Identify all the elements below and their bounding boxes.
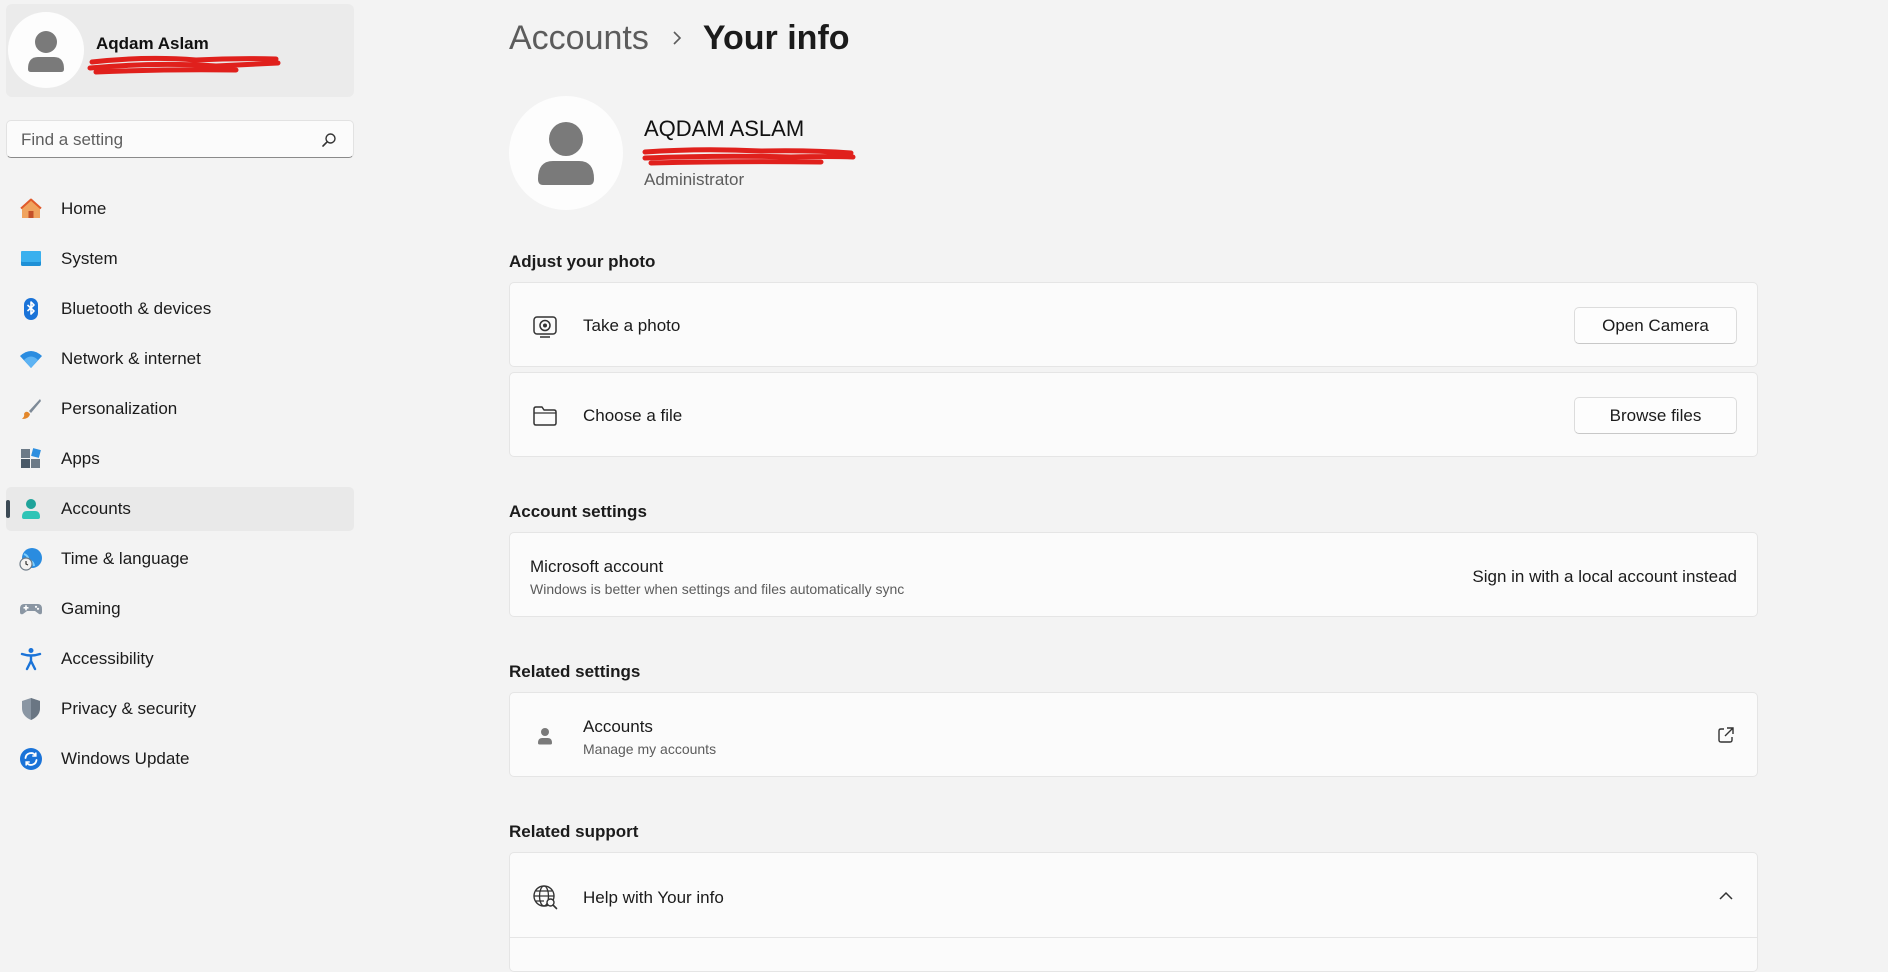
sidebar-item-gaming[interactable]: Gaming (6, 587, 354, 631)
user-name: AQDAM ASLAM (644, 116, 805, 141)
sidebar-item-label: Accessibility (61, 649, 154, 668)
section-title-related-support: Related support (509, 822, 639, 841)
main-content: Accounts Your info AQDAM ASLAM Administr… (509, 0, 1759, 972)
page-title: Your info (702, 18, 850, 57)
globe-clock-icon (19, 548, 42, 571)
search-box[interactable] (6, 120, 354, 158)
sidebar-item-label: Personalization (61, 399, 178, 418)
shield-icon (22, 698, 40, 720)
wifi-icon (20, 351, 42, 368)
sidebar-item-time-language[interactable]: Time & language (6, 537, 354, 581)
sidebar-item-label: Accounts (61, 499, 131, 518)
profile-name: Aqdam Aslam (96, 34, 209, 53)
browse-files-button[interactable]: Browse files (1574, 397, 1737, 434)
take-photo-label: Take a photo (583, 316, 681, 335)
sidebar-item-label: Time & language (61, 549, 189, 568)
folder-icon (533, 406, 557, 426)
redaction-mark (642, 147, 856, 166)
sidebar-item-network[interactable]: Network & internet (6, 337, 354, 381)
globe-search-icon (533, 885, 558, 910)
microsoft-account-description: Windows is better when settings and file… (530, 581, 905, 597)
sidebar-item-label: Gaming (61, 599, 121, 618)
sidebar-item-label: Bluetooth & devices (61, 299, 212, 318)
microsoft-account-label: Microsoft account (530, 557, 664, 576)
avatar (509, 96, 623, 210)
default-avatar-icon (538, 122, 594, 185)
sidebar-item-privacy-security[interactable]: Privacy & security (6, 687, 354, 731)
sidebar: Aqdam Aslam Home System (0, 0, 360, 960)
sidebar-item-label: Apps (61, 449, 100, 468)
take-photo-card: Take a photo Open Camera (509, 282, 1758, 367)
divider (510, 937, 1757, 938)
apps-icon (21, 448, 41, 468)
search-input[interactable] (19, 127, 313, 153)
sidebar-item-label: Privacy & security (61, 699, 197, 718)
user-info: AQDAM ASLAM Administrator (509, 96, 1209, 211)
sign-in-local-account-link[interactable]: Sign in with a local account instead (1472, 567, 1737, 587)
sidebar-item-label: Home (61, 199, 107, 218)
default-avatar-icon (28, 31, 64, 72)
user-role: Administrator (644, 170, 745, 189)
help-your-info-label: Help with Your info (583, 888, 724, 907)
sidebar-item-accessibility[interactable]: Accessibility (6, 637, 354, 681)
sidebar-item-home[interactable]: Home (6, 187, 354, 231)
accounts-icon (22, 499, 40, 519)
sidebar-nav: Home System Bluetooth & devices Network … (6, 187, 354, 787)
choose-file-card: Choose a file Browse files (509, 372, 1758, 457)
gamepad-icon (20, 604, 42, 615)
home-icon (20, 198, 42, 218)
sidebar-item-personalization[interactable]: Personalization (6, 387, 354, 431)
sidebar-item-label: Windows Update (61, 749, 190, 768)
system-icon (21, 251, 41, 266)
open-camera-button[interactable]: Open Camera (1574, 307, 1737, 344)
section-title-adjust-photo: Adjust your photo (509, 252, 656, 271)
breadcrumb-parent[interactable]: Accounts (509, 19, 649, 58)
accessibility-icon (20, 648, 42, 671)
choose-file-label: Choose a file (583, 406, 683, 425)
person-icon (538, 728, 552, 745)
sidebar-item-bluetooth[interactable]: Bluetooth & devices (6, 287, 354, 331)
sidebar-item-label: Network & internet (61, 349, 201, 368)
sidebar-item-accounts[interactable]: Accounts (6, 487, 354, 531)
sidebar-item-windows-update[interactable]: Windows Update (6, 737, 354, 781)
microsoft-account-card: Microsoft account Windows is better when… (509, 532, 1758, 617)
avatar[interactable] (8, 12, 84, 88)
profile-card[interactable]: Aqdam Aslam (6, 4, 354, 97)
open-external-icon[interactable] (1717, 726, 1735, 744)
bluetooth-icon (24, 298, 38, 320)
sidebar-item-label: System (61, 249, 118, 268)
breadcrumb: Accounts Your info (509, 14, 850, 62)
related-accounts-description: Manage my accounts (583, 741, 717, 757)
camera-icon (533, 316, 557, 338)
sidebar-item-apps[interactable]: Apps (6, 437, 354, 481)
section-title-related-settings: Related settings (509, 662, 641, 681)
related-accounts-card[interactable]: Accounts Manage my accounts (509, 692, 1758, 777)
chevron-right-icon (673, 31, 681, 45)
help-your-info-card[interactable]: Help with Your info (509, 852, 1758, 972)
search-icon[interactable] (321, 132, 337, 148)
sidebar-item-system[interactable]: System (6, 237, 354, 281)
section-title-account-settings: Account settings (509, 502, 647, 521)
update-icon (20, 748, 42, 770)
chevron-up-icon[interactable] (1717, 887, 1735, 905)
related-accounts-label: Accounts (583, 717, 653, 736)
redaction-mark (87, 55, 281, 75)
paintbrush-icon (22, 399, 41, 419)
